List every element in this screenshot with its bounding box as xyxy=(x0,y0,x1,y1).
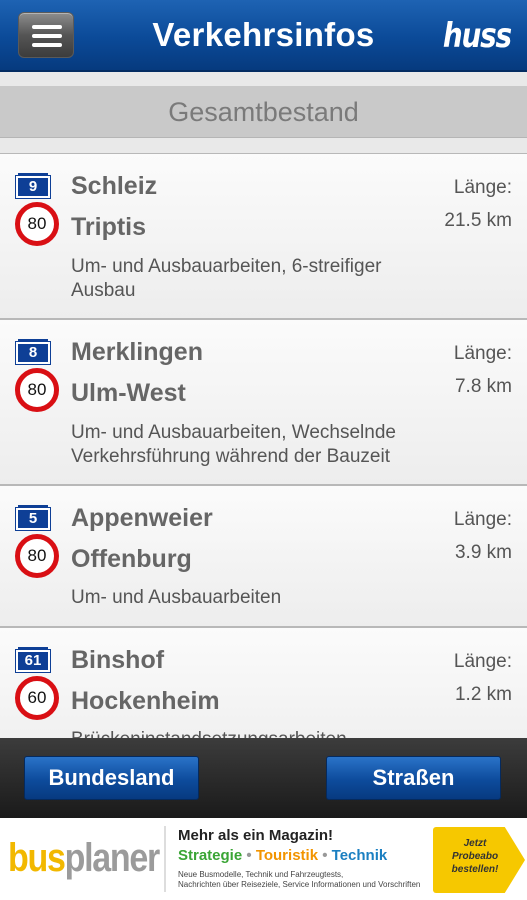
strassen-button[interactable]: Straßen xyxy=(326,756,501,800)
highway-badge: 61 xyxy=(15,647,51,673)
ad-small-text: Neue Busmodelle, Technik und Fahrzeugtes… xyxy=(178,870,344,879)
length-value: 21.5 km xyxy=(444,210,512,231)
speed-limit-sign: 80 xyxy=(15,202,59,246)
route-from: Binshof xyxy=(71,646,165,674)
speed-limit-sign: 80 xyxy=(15,534,59,578)
speed-limit-sign: 60 xyxy=(15,676,59,720)
length-value: 7.8 km xyxy=(454,376,512,397)
ad-cta-label[interactable]: Jetzt Probeabo bestellen! xyxy=(445,837,505,876)
list-item[interactable]: 8 80 Merklingen Ulm-West Um- und Ausbaua… xyxy=(0,319,527,485)
speed-limit-sign: 80 xyxy=(15,368,59,412)
busplaner-logo: busplaner xyxy=(8,836,160,880)
route-from: Schleiz xyxy=(71,172,158,200)
ad-divider xyxy=(164,826,166,892)
section-title: Gesamtbestand xyxy=(0,86,527,138)
route-from: Appenweier xyxy=(71,504,213,532)
route-description: Um- und Ausbauarbeiten xyxy=(71,587,282,608)
length-label: Länge: xyxy=(453,651,512,672)
route-description: Brückeninstandsetzungsarbeiten xyxy=(71,728,431,738)
length-value: 3.9 km xyxy=(454,542,512,563)
route-from: Merklingen xyxy=(71,338,203,366)
traffic-list[interactable]: 9 80 Schleiz Triptis Um- und Ausbauarbei… xyxy=(0,153,527,738)
length-label: Länge: xyxy=(453,509,512,530)
route-description: Um- und Ausbauarbeiten, Wechselnde Verke… xyxy=(71,422,396,467)
ad-small-text: Nachrichten über Reiseziele, Service Inf… xyxy=(178,880,421,889)
bundesland-button[interactable]: Bundesland xyxy=(24,756,199,800)
list-item[interactable]: 61 60 Binshof Hockenheim Brückeninstands… xyxy=(0,627,527,738)
route-description: Um- und Ausbauarbeiten, 6-streifiger Aus… xyxy=(71,256,382,301)
highway-badge: 9 xyxy=(15,173,51,199)
highway-badge: 5 xyxy=(15,505,51,531)
app-header: Verkehrsinfos huss xyxy=(0,0,527,72)
ad-tagline: Strategie • Touristik • Technik xyxy=(178,847,388,864)
list-item[interactable]: 9 80 Schleiz Triptis Um- und Ausbauarbei… xyxy=(0,153,527,319)
ad-headline: Mehr als ein Magazin! xyxy=(178,827,334,844)
huss-logo: huss xyxy=(443,16,512,56)
highway-badge: 8 xyxy=(15,339,51,365)
list-item[interactable]: 5 80 Appenweier Offenburg Um- und Ausbau… xyxy=(0,485,527,627)
length-label: Länge: xyxy=(453,177,512,198)
route-to: Ulm-West xyxy=(71,379,186,407)
length-label: Länge: xyxy=(453,343,512,364)
route-to: Triptis xyxy=(71,213,147,241)
route-to: Hockenheim xyxy=(71,687,220,715)
length-value: 1.2 km xyxy=(454,684,512,705)
route-to: Offenburg xyxy=(71,545,192,573)
ad-banner[interactable]: busplaner Mehr als ein Magazin! Strategi… xyxy=(0,818,527,900)
bottom-toolbar: Bundesland Straßen xyxy=(0,738,527,818)
